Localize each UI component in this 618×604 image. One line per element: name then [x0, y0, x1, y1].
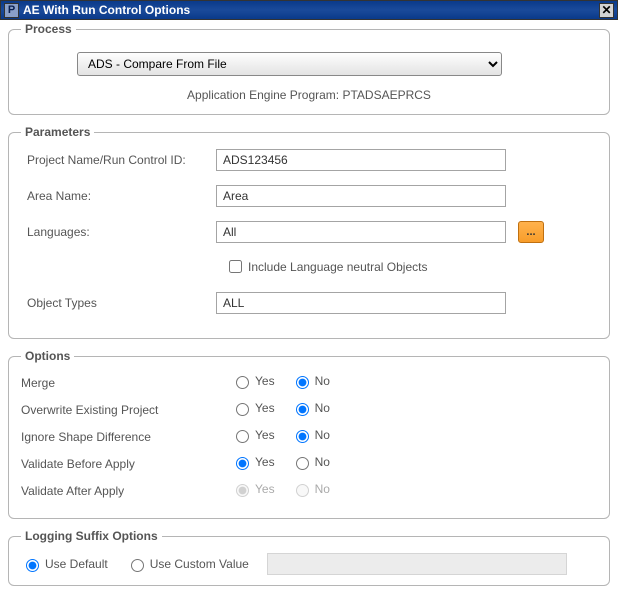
process-legend: Process: [21, 22, 76, 36]
options-group: Options Merge Yes No Overwrite Existing Pro…: [8, 349, 610, 519]
title-text: AE With Run Control Options: [23, 3, 190, 17]
project-input[interactable]: [216, 149, 506, 171]
logging-group: Logging Suffix Options Use Default Use C…: [8, 529, 610, 586]
option-yes-label-wrap: Yes: [231, 481, 275, 497]
process-select[interactable]: ADS - Compare From File: [77, 52, 502, 76]
languages-input[interactable]: [216, 221, 506, 243]
logging-default-label: Use Default: [45, 557, 108, 571]
parameters-group: Parameters Project Name/Run Control ID: …: [8, 125, 610, 339]
option-yes-radio: [236, 484, 249, 497]
options-legend: Options: [21, 349, 74, 363]
option-no-label-wrap[interactable]: No: [291, 427, 330, 443]
parameters-legend: Parameters: [21, 125, 94, 139]
option-no-radio[interactable]: [296, 430, 309, 443]
option-label: Validate Before Apply: [21, 457, 231, 471]
option-no-text: No: [315, 401, 330, 415]
option-no-label-wrap[interactable]: No: [291, 400, 330, 416]
option-no-text: No: [315, 374, 330, 388]
process-group: Process ADS - Compare From File Applicat…: [8, 22, 610, 115]
option-yes-radio[interactable]: [236, 403, 249, 416]
option-label: Overwrite Existing Project: [21, 403, 231, 417]
option-no-radio[interactable]: [296, 376, 309, 389]
title-bar: P AE With Run Control Options ✕: [0, 0, 618, 20]
include-neutral-label: Include Language neutral Objects: [248, 260, 427, 274]
option-no-text: No: [315, 482, 330, 496]
logging-custom-input: [267, 553, 567, 575]
option-yes-label-wrap[interactable]: Yes: [231, 427, 275, 443]
program-line: Application Engine Program: PTADSAEPRCS: [21, 88, 597, 102]
option-no-text: No: [315, 428, 330, 442]
option-yes-radio[interactable]: [236, 457, 249, 470]
project-label: Project Name/Run Control ID:: [21, 153, 216, 167]
option-no-radio: [296, 484, 309, 497]
close-icon[interactable]: ✕: [599, 3, 614, 18]
app-icon: P: [4, 3, 19, 18]
logging-default-radio[interactable]: [26, 559, 39, 572]
option-yes-radio[interactable]: [236, 430, 249, 443]
option-yes-label-wrap[interactable]: Yes: [231, 454, 275, 470]
option-no-label-wrap[interactable]: No: [291, 454, 330, 470]
logging-custom-radio[interactable]: [131, 559, 144, 572]
option-label: Validate After Apply: [21, 484, 231, 498]
object-types-input[interactable]: [216, 292, 506, 314]
option-yes-text: Yes: [255, 374, 275, 388]
option-no-text: No: [315, 455, 330, 469]
object-types-label: Object Types: [21, 296, 216, 310]
languages-label: Languages:: [21, 225, 216, 239]
logging-legend: Logging Suffix Options: [21, 529, 162, 543]
option-yes-radio[interactable]: [236, 376, 249, 389]
option-no-radio[interactable]: [296, 403, 309, 416]
include-neutral-checkbox[interactable]: [229, 260, 242, 273]
option-label: Merge: [21, 376, 231, 390]
option-yes-text: Yes: [255, 455, 275, 469]
logging-custom-option[interactable]: Use Custom Value: [126, 556, 249, 572]
area-input[interactable]: [216, 185, 506, 207]
logging-custom-label: Use Custom Value: [150, 557, 249, 571]
option-yes-text: Yes: [255, 401, 275, 415]
logging-default-option[interactable]: Use Default: [21, 556, 108, 572]
area-label: Area Name:: [21, 189, 216, 203]
option-no-radio[interactable]: [296, 457, 309, 470]
option-yes-text: Yes: [255, 428, 275, 442]
languages-browse-button[interactable]: ...: [518, 221, 544, 243]
option-yes-label-wrap[interactable]: Yes: [231, 400, 275, 416]
option-no-label-wrap[interactable]: No: [291, 373, 330, 389]
option-yes-text: Yes: [255, 482, 275, 496]
option-label: Ignore Shape Difference: [21, 430, 231, 444]
option-no-label-wrap: No: [291, 481, 330, 497]
option-yes-label-wrap[interactable]: Yes: [231, 373, 275, 389]
